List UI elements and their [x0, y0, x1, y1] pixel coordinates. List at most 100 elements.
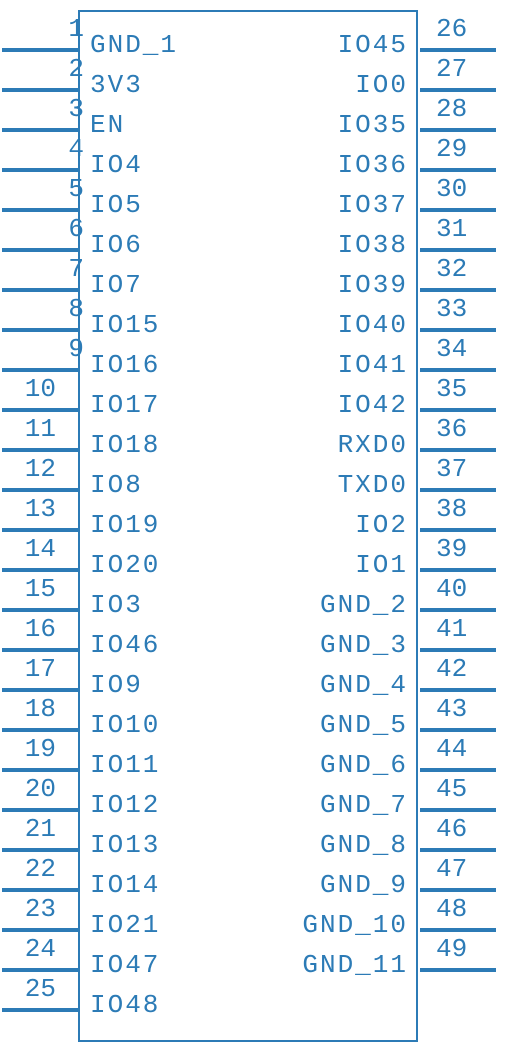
- pin-number: 1: [34, 14, 84, 44]
- pin-line: [2, 288, 78, 292]
- pin-label: IO8: [90, 470, 143, 500]
- pin-label: GND_6: [320, 750, 408, 780]
- pin-line: [420, 648, 496, 652]
- pin-number: 17: [6, 654, 56, 684]
- pin-line: [420, 768, 496, 772]
- pin-number: 4: [34, 134, 84, 164]
- pin-line: [420, 608, 496, 612]
- pin-line: [2, 968, 78, 972]
- pin-label: GND_11: [302, 950, 408, 980]
- pin-label: IO46: [90, 630, 160, 660]
- pin-label: IO6: [90, 230, 143, 260]
- pin-line: [2, 408, 78, 412]
- pin-line: [2, 1008, 78, 1012]
- pin-number: 22: [6, 854, 56, 884]
- pin-line: [420, 368, 496, 372]
- pin-label: IO3: [90, 590, 143, 620]
- pin-label: IO20: [90, 550, 160, 580]
- pin-line: [2, 208, 78, 212]
- pin-number: 19: [6, 734, 56, 764]
- pin-number: 23: [6, 894, 56, 924]
- pin-number: 41: [436, 614, 467, 644]
- pin-number: 40: [436, 574, 467, 604]
- pin-label: EN: [90, 110, 125, 140]
- pin-number: 7: [34, 254, 84, 284]
- pin-label: IO45: [338, 30, 408, 60]
- pin-label: IO15: [90, 310, 160, 340]
- pin-label: IO35: [338, 110, 408, 140]
- pin-number: 44: [436, 734, 467, 764]
- pin-line: [2, 128, 78, 132]
- pin-label: IO18: [90, 430, 160, 460]
- pin-number: 36: [436, 414, 467, 444]
- pin-number: 46: [436, 814, 467, 844]
- pin-line: [2, 608, 78, 612]
- pin-line: [2, 368, 78, 372]
- pin-number: 30: [436, 174, 467, 204]
- pin-number: 8: [34, 294, 84, 324]
- pin-number: 27: [436, 54, 467, 84]
- pin-line: [420, 208, 496, 212]
- pin-label: GND_7: [320, 790, 408, 820]
- pin-line: [2, 928, 78, 932]
- pin-line: [420, 328, 496, 332]
- pin-label: IO11: [90, 750, 160, 780]
- pin-label: GND_1: [90, 30, 178, 60]
- pin-label: IO17: [90, 390, 160, 420]
- pin-number: 31: [436, 214, 467, 244]
- pin-number: 11: [6, 414, 56, 444]
- pin-line: [2, 488, 78, 492]
- pin-label: IO10: [90, 710, 160, 740]
- pin-number: 38: [436, 494, 467, 524]
- pin-line: [2, 728, 78, 732]
- pin-label: IO9: [90, 670, 143, 700]
- pin-line: [2, 448, 78, 452]
- pin-line: [420, 448, 496, 452]
- pin-label: IO48: [90, 990, 160, 1020]
- pin-label: TXD0: [338, 470, 408, 500]
- pin-label: IO41: [338, 350, 408, 380]
- pin-line: [2, 248, 78, 252]
- pin-line: [2, 168, 78, 172]
- pin-number: 35: [436, 374, 467, 404]
- pin-line: [420, 568, 496, 572]
- pin-number: 12: [6, 454, 56, 484]
- pin-label: IO39: [338, 270, 408, 300]
- pin-label: IO7: [90, 270, 143, 300]
- pin-label: IO14: [90, 870, 160, 900]
- pin-line: [2, 688, 78, 692]
- pin-number: 47: [436, 854, 467, 884]
- pin-label: IO21: [90, 910, 160, 940]
- pin-line: [420, 928, 496, 932]
- pin-number: 45: [436, 774, 467, 804]
- pin-line: [420, 728, 496, 732]
- pin-label: GND_5: [320, 710, 408, 740]
- pin-line: [2, 648, 78, 652]
- pin-line: [420, 888, 496, 892]
- pin-number: 15: [6, 574, 56, 604]
- pin-number: 14: [6, 534, 56, 564]
- pin-label: GND_8: [320, 830, 408, 860]
- pin-label: IO38: [338, 230, 408, 260]
- pin-label: IO47: [90, 950, 160, 980]
- pin-number: 43: [436, 694, 467, 724]
- pin-line: [2, 808, 78, 812]
- pin-number: 24: [6, 934, 56, 964]
- pin-line: [2, 848, 78, 852]
- pin-label: IO36: [338, 150, 408, 180]
- pin-line: [420, 88, 496, 92]
- pin-label: GND_10: [302, 910, 408, 940]
- pin-line: [420, 848, 496, 852]
- pin-number: 37: [436, 454, 467, 484]
- pin-line: [2, 528, 78, 532]
- chip-diagram: 1GND_123V33EN4IO45IO56IO67IO78IO159IO161…: [0, 0, 528, 1052]
- pin-number: 10: [6, 374, 56, 404]
- pin-label: GND_3: [320, 630, 408, 660]
- pin-line: [2, 568, 78, 572]
- pin-number: 42: [436, 654, 467, 684]
- pin-label: GND_2: [320, 590, 408, 620]
- pin-number: 16: [6, 614, 56, 644]
- pin-number: 39: [436, 534, 467, 564]
- pin-line: [2, 888, 78, 892]
- pin-number: 13: [6, 494, 56, 524]
